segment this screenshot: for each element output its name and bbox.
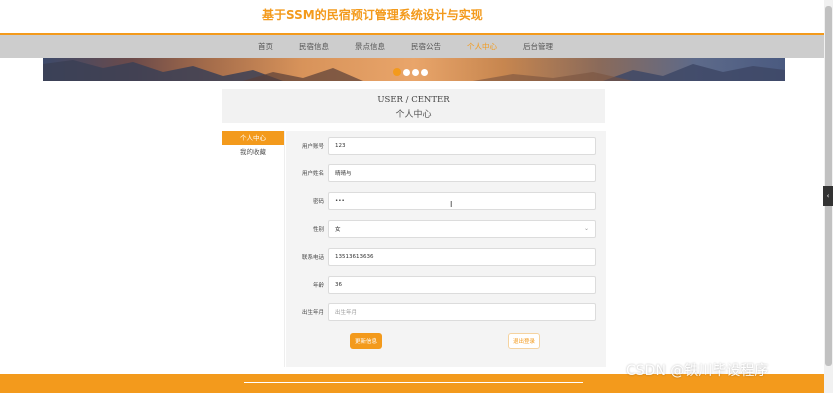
phone-input[interactable]: 13513613636	[328, 248, 596, 266]
top-navbar: 首页 民宿信息 景点信息 民宿公告 个人中心 后台管理	[0, 33, 824, 58]
nav-menu: 首页 民宿信息 景点信息 民宿公告 个人中心 后台管理	[258, 35, 579, 58]
user-sidebar: 个人中心 我的收藏	[222, 131, 285, 367]
name-input[interactable]: 晴晴与	[328, 164, 596, 182]
csdn-watermark: CSDN @铁川毕设程序	[626, 363, 769, 379]
gender-value: 女	[335, 227, 341, 233]
password-label: 密码	[312, 199, 324, 205]
form-row-phone: 联系电话 13513613636	[286, 245, 606, 269]
footer-divider	[244, 382, 583, 383]
logout-button[interactable]: 退出登录	[508, 333, 540, 349]
name-label: 用户姓名	[301, 171, 324, 177]
profile-form: 用户账号 123 用户姓名 晴晴与 密码 ••• 性别 女 ⌄ 联系电话 135…	[286, 131, 606, 367]
form-row-age: 年龄 36	[286, 273, 606, 297]
page: 基于SSM的民宿预订管理系统设计与实现 首页 民宿信息 景点信息 民宿公告 个人…	[0, 0, 833, 393]
section-title-en: USER / CENTER	[377, 95, 450, 105]
nav-item-attraction-info[interactable]: 景点信息	[355, 41, 385, 52]
form-row-gender: 性别 女 ⌄	[286, 217, 606, 241]
form-row-password: 密码 •••	[286, 189, 606, 213]
nav-item-homestay-info[interactable]: 民宿信息	[299, 41, 329, 52]
form-row-name: 用户姓名 晴晴与	[286, 161, 606, 185]
age-label: 年龄	[312, 283, 324, 289]
nav-item-personal-center[interactable]: 个人中心	[467, 41, 497, 52]
sidebar-item-personal-center[interactable]: 个人中心	[222, 131, 284, 145]
birthdate-input[interactable]: 出生年月	[328, 303, 596, 321]
phone-label: 联系电话	[301, 255, 324, 261]
gender-select[interactable]: 女 ⌄	[328, 220, 596, 238]
form-row-account: 用户账号 123	[286, 134, 606, 158]
carousel-dot-3[interactable]	[412, 68, 419, 76]
chevron-down-icon: ⌄	[583, 225, 589, 232]
account-label: 用户账号	[301, 144, 324, 150]
nav-item-home[interactable]: 首页	[258, 41, 273, 52]
form-row-birthdate: 出生年月 出生年月	[286, 300, 606, 324]
nav-item-admin[interactable]: 后台管理	[523, 41, 553, 52]
site-title: 基于SSM的民宿预订管理系统设计与实现	[262, 8, 483, 22]
carousel-dot-1[interactable]	[393, 68, 401, 76]
collapse-tab-icon[interactable]: ‹	[823, 186, 833, 206]
section-title-cn: 个人中心	[395, 110, 432, 120]
birthdate-label: 出生年月	[301, 310, 324, 316]
carousel-dot-4[interactable]	[421, 68, 428, 76]
text-cursor-icon: I	[450, 200, 453, 209]
section-header: USER / CENTER 个人中心	[222, 89, 605, 123]
account-input[interactable]: 123	[328, 137, 596, 155]
update-info-button[interactable]: 更新信息	[350, 333, 382, 349]
carousel-dot-2[interactable]	[403, 68, 410, 76]
age-input[interactable]: 36	[328, 276, 596, 294]
gender-label: 性别	[312, 227, 324, 233]
nav-item-announcements[interactable]: 民宿公告	[411, 41, 441, 52]
sidebar-item-favorites[interactable]: 我的收藏	[222, 145, 284, 159]
carousel-dots	[393, 68, 430, 76]
password-input[interactable]: •••	[328, 192, 596, 210]
